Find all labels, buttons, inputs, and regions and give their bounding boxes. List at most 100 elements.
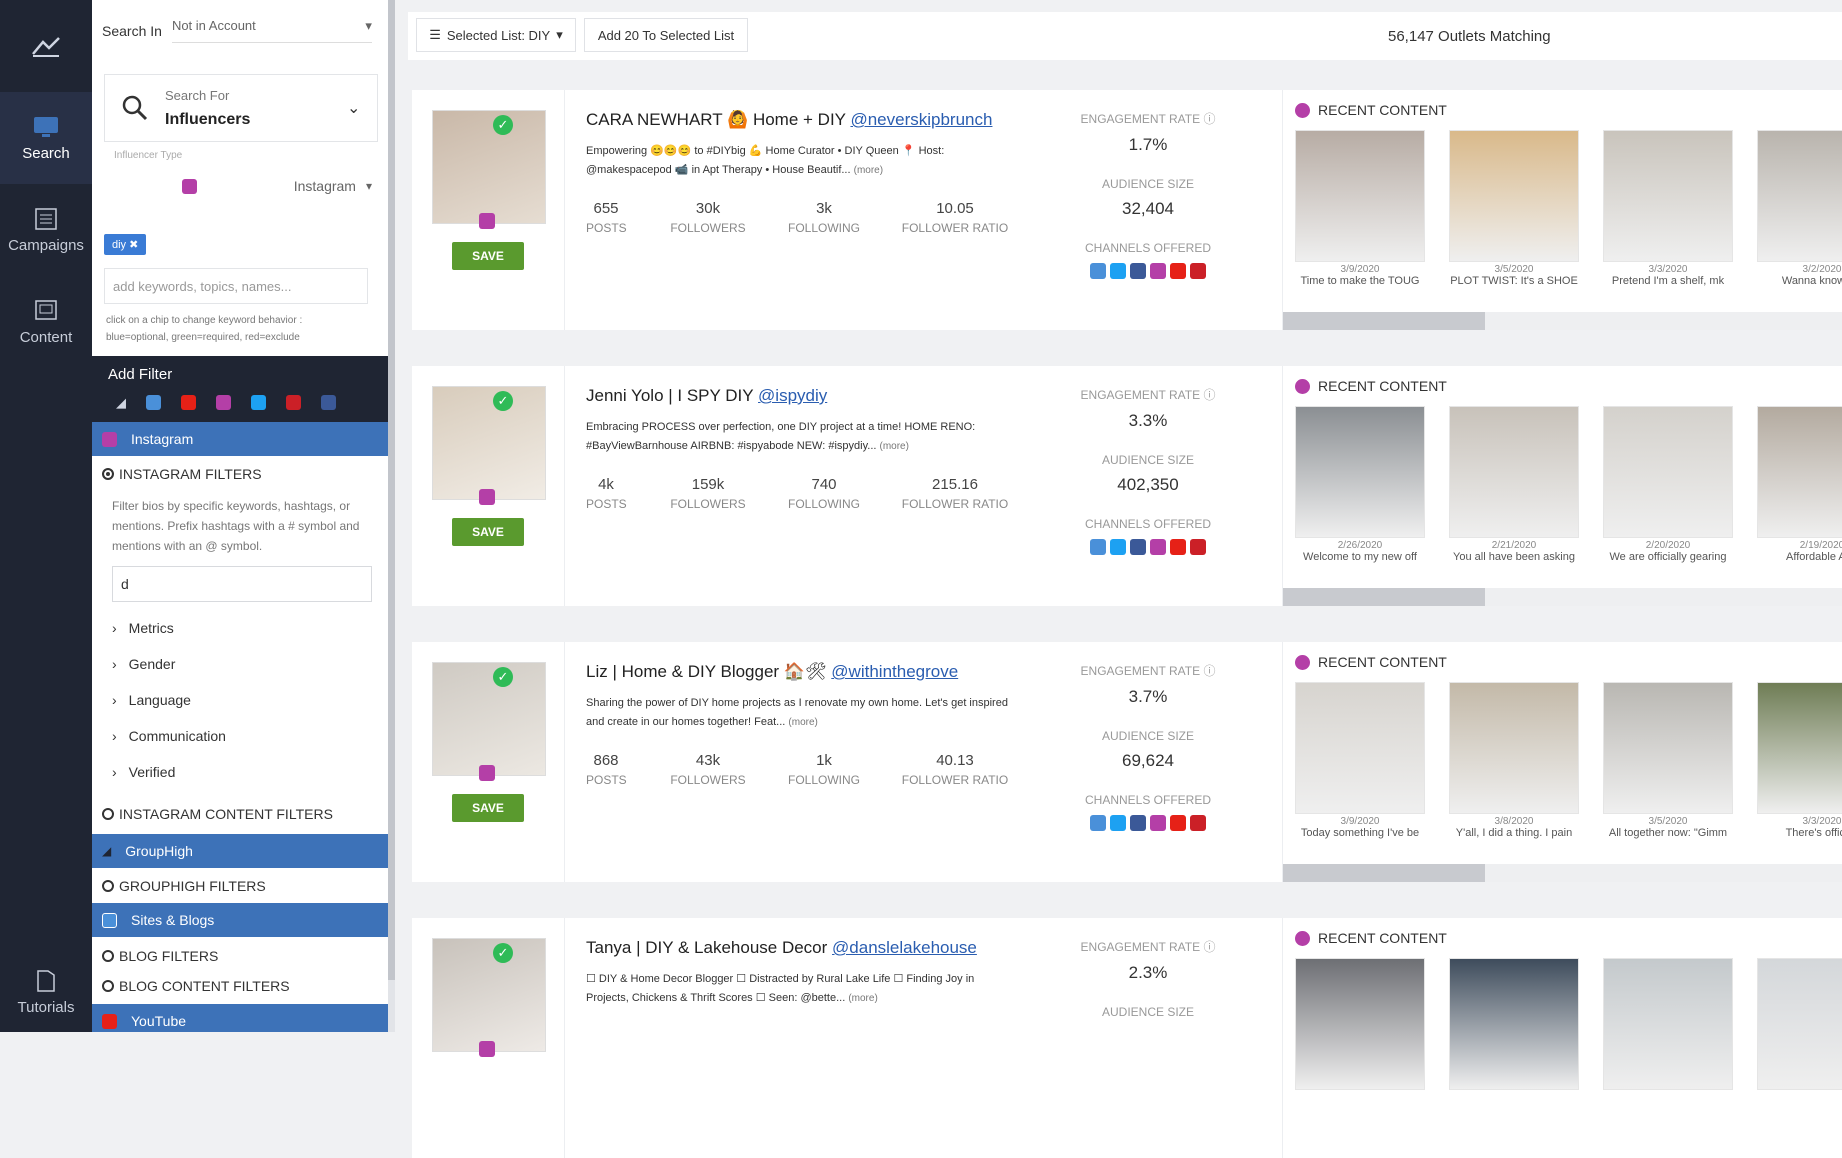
youtube-icon[interactable] <box>1170 263 1186 279</box>
verified-collapsible[interactable]: › Verified <box>112 764 175 780</box>
recent-post[interactable]: 2/26/2020 Welcome to my new off <box>1295 406 1425 563</box>
app-logo-icon[interactable] <box>0 0 92 92</box>
help-icon[interactable]: ⓘ <box>1203 940 1215 954</box>
save-button[interactable]: SAVE <box>452 794 524 822</box>
save-button[interactable]: SAVE <box>452 518 524 546</box>
more-link[interactable]: (more) <box>880 441 909 452</box>
recent-post-image[interactable] <box>1295 406 1425 538</box>
nav-campaigns[interactable]: Campaigns <box>0 184 92 276</box>
facebook-filter-icon[interactable] <box>321 395 336 410</box>
recent-post-image[interactable] <box>1295 958 1425 1090</box>
recent-post-image[interactable] <box>1603 406 1733 538</box>
recent-post-image[interactable] <box>1449 130 1579 262</box>
nav-content[interactable]: Content <box>0 276 92 368</box>
recent-post-image[interactable] <box>1757 406 1842 538</box>
recent-post[interactable]: 2/20/2020 We are officially gearing <box>1603 406 1733 563</box>
twitter-icon[interactable] <box>1110 815 1126 831</box>
search-in-select[interactable]: Not in Account ▾ <box>171 18 372 43</box>
recent-post-image[interactable] <box>1757 682 1842 814</box>
recent-post[interactable] <box>1757 958 1842 1090</box>
avatar[interactable]: ✓ <box>432 662 546 781</box>
gender-collapsible[interactable]: › Gender <box>112 656 175 672</box>
instagram-icon[interactable] <box>1150 539 1166 555</box>
help-icon[interactable]: ⓘ <box>1203 664 1215 678</box>
blog-icon[interactable] <box>1090 263 1106 279</box>
save-button[interactable]: SAVE <box>452 242 524 270</box>
nav-tutorials[interactable]: Tutorials <box>0 952 92 1032</box>
search-for-select[interactable]: Search For Influencers ⌄ <box>104 74 378 142</box>
avatar[interactable]: ✓ <box>432 938 546 1057</box>
more-link[interactable]: (more) <box>848 993 877 1004</box>
nav-search[interactable]: Search <box>0 92 92 184</box>
recent-content-scrollbar[interactable] <box>1283 588 1842 606</box>
pinterest-filter-icon[interactable] <box>286 395 301 410</box>
recent-post[interactable]: 3/9/2020 Time to make the TOUG <box>1295 130 1425 287</box>
influencer-handle-link[interactable]: @ispydiy <box>758 386 827 405</box>
pinterest-icon[interactable] <box>1190 815 1206 831</box>
recent-post-image[interactable] <box>1295 682 1425 814</box>
recent-post-image[interactable] <box>1757 958 1842 1090</box>
more-link[interactable]: (more) <box>854 165 883 176</box>
keyword-input[interactable]: add keywords, topics, names... <box>104 268 368 304</box>
keyword-chip[interactable]: diy ✖ <box>104 234 147 255</box>
help-icon[interactable]: ⓘ <box>1203 112 1215 126</box>
recent-post-image[interactable] <box>1449 406 1579 538</box>
instagram-filters-header[interactable]: INSTAGRAM FILTERS <box>102 466 262 482</box>
sites-section-bar[interactable]: Sites & Blogs <box>92 903 388 937</box>
recent-post[interactable]: 3/5/2020 All together now: "Gimm <box>1603 682 1733 839</box>
grouphigh-section-bar[interactable]: ◢ GroupHigh <box>92 834 388 868</box>
twitter-icon[interactable] <box>1110 539 1126 555</box>
recent-post[interactable] <box>1295 958 1425 1090</box>
influencer-type-select[interactable]: Instagram ▾ <box>182 178 372 194</box>
grouphigh-filters-header[interactable]: GROUPHIGH FILTERS <box>102 878 266 894</box>
recent-post-image[interactable] <box>1449 682 1579 814</box>
recent-content-scrollbar[interactable] <box>1283 864 1842 882</box>
twitter-filter-icon[interactable] <box>251 395 266 410</box>
communication-collapsible[interactable]: › Communication <box>112 728 226 744</box>
instagram-content-filters-header[interactable]: INSTAGRAM CONTENT FILTERS <box>102 806 333 822</box>
recent-post[interactable]: 3/8/2020 Y'all, I did a thing. I pain <box>1449 682 1579 839</box>
blog-icon[interactable] <box>1090 539 1106 555</box>
instagram-icon[interactable] <box>1150 815 1166 831</box>
add-to-list-button[interactable]: Add 20 To Selected List <box>584 18 748 52</box>
youtube-filter-icon[interactable] <box>181 395 196 410</box>
influencer-handle-link[interactable]: @neverskipbrunch <box>850 110 992 129</box>
recent-post[interactable]: 2/19/2020 Affordable Airb <box>1757 406 1842 563</box>
youtube-icon[interactable] <box>1170 815 1186 831</box>
recent-content-scrollbar[interactable] <box>1283 312 1842 330</box>
recent-post-image[interactable] <box>1603 130 1733 262</box>
recent-post-image[interactable] <box>1757 130 1842 262</box>
recent-post[interactable]: 3/5/2020 PLOT TWIST: It's a SHOE <box>1449 130 1579 287</box>
influencer-handle-link[interactable]: @withinthegrove <box>831 662 958 681</box>
close-icon[interactable]: ✖ <box>129 239 138 251</box>
avatar[interactable]: ✓ <box>432 110 546 229</box>
recent-post[interactable]: 3/3/2020 Pretend I'm a shelf, mk <box>1603 130 1733 287</box>
blog-content-filters-header[interactable]: BLOG CONTENT FILTERS <box>102 978 290 994</box>
metrics-collapsible[interactable]: › Metrics <box>112 620 174 636</box>
more-link[interactable]: (more) <box>788 717 817 728</box>
bio-filter-input[interactable]: d <box>112 566 372 602</box>
recent-post[interactable]: 3/2/2020 Wanna know wh <box>1757 130 1842 287</box>
youtube-section-bar[interactable]: YouTube <box>92 1004 388 1032</box>
pinterest-icon[interactable] <box>1190 539 1206 555</box>
selected-list-dropdown[interactable]: ☰ Selected List: DIY ▾ <box>416 18 576 52</box>
recent-post[interactable]: 3/9/2020 Today something I've be <box>1295 682 1425 839</box>
recent-post[interactable]: 3/3/2020 There's officiall <box>1757 682 1842 839</box>
recent-post-image[interactable] <box>1603 682 1733 814</box>
help-icon[interactable]: ⓘ <box>1203 388 1215 402</box>
avatar[interactable]: ✓ <box>432 386 546 505</box>
facebook-icon[interactable] <box>1130 815 1146 831</box>
recent-post[interactable] <box>1449 958 1579 1090</box>
twitter-icon[interactable] <box>1110 263 1126 279</box>
recent-post[interactable]: 2/21/2020 You all have been asking <box>1449 406 1579 563</box>
facebook-icon[interactable] <box>1130 539 1146 555</box>
instagram-icon[interactable] <box>1150 263 1166 279</box>
grouphigh-filter-icon[interactable]: ◢ <box>116 395 126 411</box>
instagram-filter-icon[interactable] <box>216 395 231 410</box>
youtube-icon[interactable] <box>1170 539 1186 555</box>
recent-post-image[interactable] <box>1295 130 1425 262</box>
recent-post-image[interactable] <box>1449 958 1579 1090</box>
recent-post[interactable] <box>1603 958 1733 1090</box>
instagram-section-bar[interactable]: Instagram <box>92 422 388 456</box>
blog-filters-header[interactable]: BLOG FILTERS <box>102 948 218 964</box>
